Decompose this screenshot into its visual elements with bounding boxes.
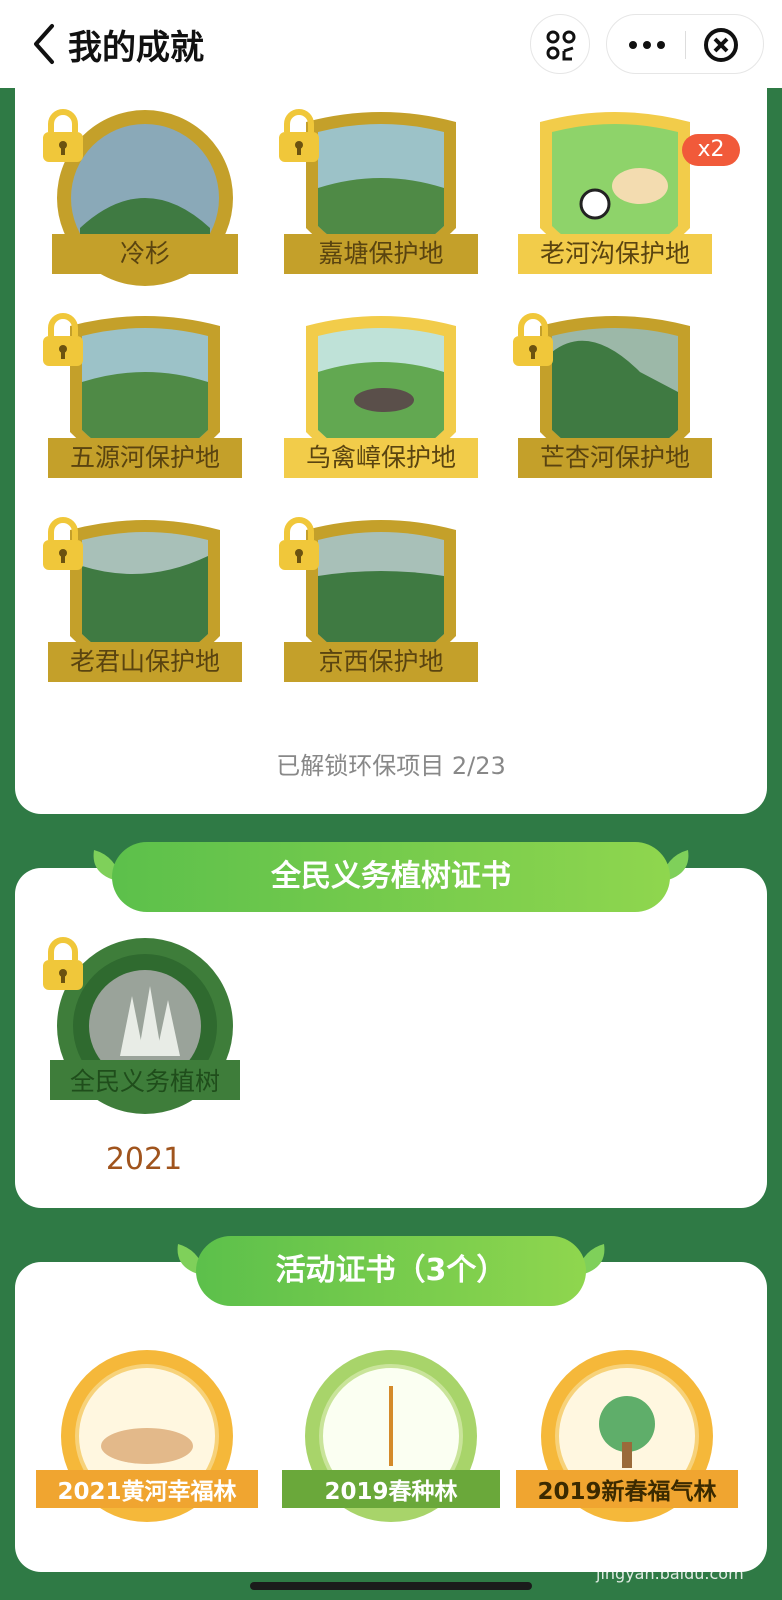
lock-icon (43, 517, 83, 570)
close-circle-icon (704, 28, 738, 62)
capsule-divider (685, 31, 686, 59)
badge-label: 嘉塘保护地 (318, 239, 444, 268)
lock-icon (279, 517, 319, 570)
unlock-progress-text: 已解锁环保项目 2/23 (276, 752, 506, 780)
mini-program-capsule (606, 14, 764, 74)
medal-spring-planting[interactable]: 2019春种林 (276, 1346, 506, 1536)
medal-label: 2019新春福气林 (537, 1479, 717, 1505)
back-button[interactable] (28, 22, 64, 66)
scan-icon (546, 30, 576, 61)
medal-label: 2021黄河幸福林 (57, 1479, 237, 1505)
badge-label: 五源河保护地 (69, 443, 220, 472)
badge-wuqinzhang[interactable]: 乌禽嶂保护地 (276, 312, 486, 512)
lock-icon (513, 313, 553, 366)
home-indicator[interactable] (250, 1582, 532, 1590)
badge-lengshan[interactable]: 冷杉 (40, 108, 250, 308)
certificate-year: 2021 (105, 1142, 183, 1177)
badge-label: 冷杉 (119, 239, 170, 268)
badge-jiatang[interactable]: 嘉塘保护地 (276, 108, 486, 308)
lock-icon (279, 109, 319, 162)
watermark-text: Bai经验 (590, 1520, 704, 1555)
lock-icon (43, 109, 83, 162)
tree-certificate-title: 全民义务植树证书 (112, 842, 670, 912)
badge-tree-planting[interactable]: 全民义务植树 (40, 936, 250, 1136)
badge-label: 老河沟保护地 (539, 239, 690, 268)
medal-frame (282, 1350, 500, 1522)
badge-laojunshan[interactable]: 老君山保护地 (40, 516, 250, 716)
lock-icon (43, 937, 83, 990)
badge-jingxi[interactable]: 京西保护地 (276, 516, 486, 716)
lock-icon (43, 313, 83, 366)
medal-new-year[interactable]: 2019新春福气林 (512, 1346, 742, 1536)
medal-yellow-river[interactable]: 2021黄河幸福林 (32, 1346, 262, 1536)
scan-button[interactable] (530, 14, 590, 74)
badge-label: 全民义务植树 (69, 1067, 220, 1096)
badge-frame (284, 316, 478, 478)
page-title: 我的成就 (68, 28, 204, 68)
badge-label: 芒杏河保护地 (539, 443, 690, 472)
badge-mangxinghe[interactable]: 芒杏河保护地 (510, 312, 720, 512)
activity-certificate-title: 活动证书（3个） (196, 1236, 586, 1306)
medal-label: 2019春种林 (324, 1479, 458, 1505)
top-bar: 我的成就 (0, 0, 782, 88)
medal-frame (516, 1350, 738, 1522)
more-button[interactable] (619, 25, 675, 65)
badge-label: 乌禽嶂保护地 (305, 443, 456, 472)
watermark-url: jingyan.baidu.com (596, 1564, 744, 1583)
badge-wuyuanhe[interactable]: 五源河保护地 (40, 312, 250, 512)
baidu-watermark: Bai经验 jingyan.baidu.com (590, 1512, 780, 1592)
badge-label: 京西保护地 (318, 647, 444, 676)
count-badge: x2 (682, 134, 740, 166)
badge-label: 老君山保护地 (69, 647, 220, 676)
medal-frame (36, 1350, 258, 1522)
chevron-left-icon (34, 24, 54, 64)
close-button[interactable] (699, 25, 743, 65)
more-dots-icon (629, 41, 665, 49)
